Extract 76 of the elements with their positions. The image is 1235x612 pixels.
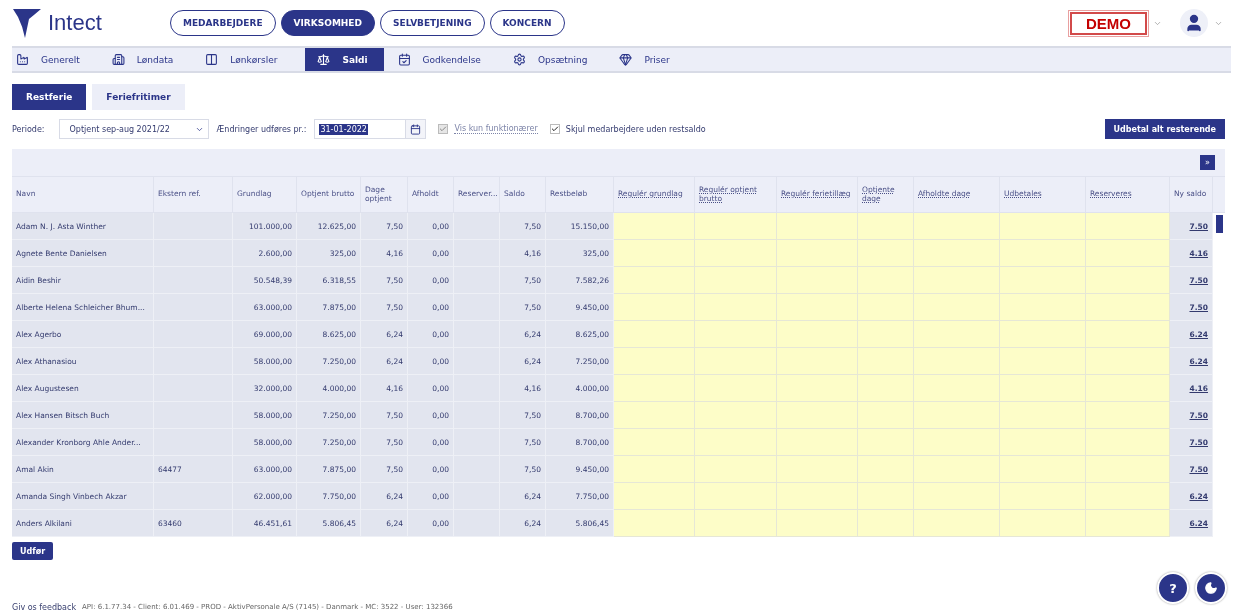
editable-cell[interactable]: [1086, 429, 1170, 456]
avatar-icon[interactable]: [1180, 9, 1208, 37]
editable-cell[interactable]: [1086, 483, 1170, 510]
editable-cell[interactable]: [1086, 267, 1170, 294]
date-label: Ændringer udføres pr.:: [216, 124, 307, 134]
editable-cell[interactable]: [614, 375, 695, 402]
editable-cell[interactable]: [777, 213, 858, 240]
editable-cell[interactable]: [1086, 321, 1170, 348]
scrollbar-thumb[interactable]: [1215, 215, 1223, 233]
editable-cell[interactable]: [614, 510, 695, 537]
period-dropdown[interactable]: Optjent sep-aug 2021/22: [58, 119, 209, 139]
editable-cell[interactable]: [858, 510, 914, 537]
section-tab[interactable]: Opsætning: [508, 48, 604, 71]
editable-cell[interactable]: [614, 294, 695, 321]
expand-button[interactable]: »: [1200, 155, 1215, 170]
section-tab[interactable]: Løndata: [107, 48, 190, 71]
editable-cell[interactable]: [1086, 510, 1170, 537]
tab[interactable]: Feriefritimer: [92, 84, 185, 110]
execute-button[interactable]: Udfør: [12, 542, 54, 560]
editable-cell[interactable]: [858, 213, 914, 240]
calendar-button[interactable]: [405, 120, 426, 138]
logo-icon: [12, 7, 42, 39]
main-nav-tab[interactable]: SELVBETJENING: [380, 10, 485, 36]
editable-cell[interactable]: [1000, 510, 1086, 537]
logo-text: Intect: [48, 10, 102, 36]
main-nav-tab[interactable]: KONCERN: [489, 10, 565, 36]
section-tab[interactable]: Generelt: [12, 48, 96, 71]
editable-cell[interactable]: [614, 267, 695, 294]
tab-icon: [205, 53, 219, 66]
editable-cell[interactable]: [1086, 348, 1170, 375]
editable-cell[interactable]: [614, 483, 695, 510]
editable-cell[interactable]: [1086, 213, 1170, 240]
editable-cell[interactable]: [914, 213, 1000, 240]
editable-cell[interactable]: [1086, 240, 1170, 267]
tab-icon: [317, 53, 331, 66]
tab-icon: [16, 53, 29, 66]
moon-icon: [1204, 581, 1218, 595]
editable-cell[interactable]: [614, 321, 695, 348]
main-nav-tab[interactable]: VIRKSOMHED: [280, 10, 375, 36]
feedback-link[interactable]: Giv os feedback: [12, 603, 77, 612]
editable-cell[interactable]: [1086, 294, 1170, 321]
payout-all-button[interactable]: Udbetal alt resterende: [1104, 119, 1225, 139]
section-tab[interactable]: Priser: [615, 48, 686, 71]
tab-icon: [111, 53, 125, 66]
main-nav-tab[interactable]: MEDARBEJDERE: [170, 10, 276, 36]
editable-cell[interactable]: [1086, 402, 1170, 429]
environment-badge[interactable]: DEMO: [1070, 11, 1147, 35]
editable-cell[interactable]: [614, 240, 695, 267]
calendar-icon: [410, 123, 422, 135]
editable-cell[interactable]: [695, 213, 777, 240]
tab-icon: [397, 53, 411, 66]
period-label: Periode:: [12, 124, 45, 134]
section-tab[interactable]: Saldi: [305, 48, 384, 71]
editable-cell[interactable]: [914, 510, 1000, 537]
help-button[interactable]: ?: [1157, 572, 1189, 604]
tab[interactable]: Restferie: [12, 84, 87, 110]
editable-cell[interactable]: [614, 402, 695, 429]
editable-cell[interactable]: [614, 213, 695, 240]
editable-cell[interactable]: [614, 429, 695, 456]
checkbox-label: Skjul medarbejdere uden restsaldo: [565, 124, 706, 134]
table-cell: [454, 510, 500, 537]
section-tab[interactable]: Godkendelse: [393, 48, 497, 71]
editable-cell[interactable]: [1086, 375, 1170, 402]
tab-icon: [512, 53, 526, 66]
section-tab[interactable]: Lønkørsler: [201, 48, 294, 71]
tab-icon: [619, 53, 633, 66]
checkbox-label: Vis kun funktionærer: [454, 124, 538, 134]
editable-cell[interactable]: [614, 456, 695, 483]
editable-cell[interactable]: [777, 510, 858, 537]
editable-cell[interactable]: [1000, 213, 1086, 240]
checkbox[interactable]: [549, 124, 560, 134]
editable-cell[interactable]: [1086, 456, 1170, 483]
dark-mode-button[interactable]: [1195, 572, 1227, 604]
editable-cell[interactable]: [695, 510, 777, 537]
date-field[interactable]: 31-01-2022: [314, 119, 427, 139]
editable-cell[interactable]: [614, 348, 695, 375]
